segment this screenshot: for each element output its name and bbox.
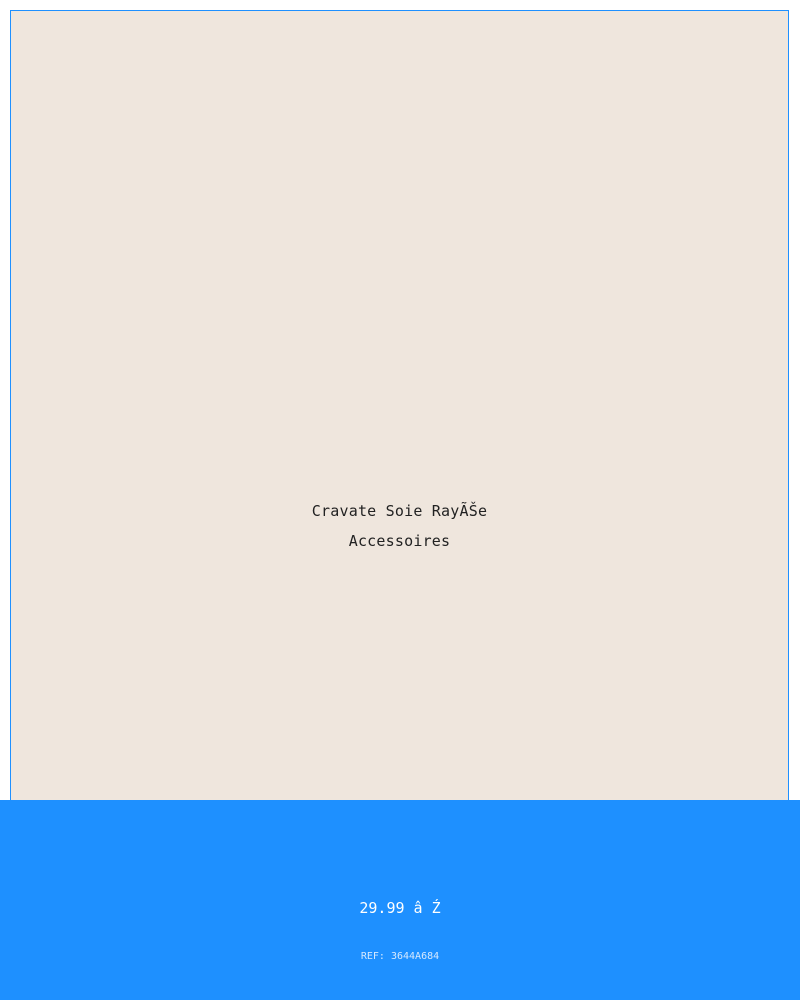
product-card-page: Cravate Soie RayÃŠe Accessoires 29.99 â … <box>0 0 800 1000</box>
product-name: Cravate Soie RayÃŠe <box>311 502 488 520</box>
product-info: Cravate Soie RayÃŠe Accessoires <box>11 499 788 553</box>
product-reference: REF: 3644A684 <box>360 951 440 962</box>
product-price: 29.99 â Ź <box>359 899 441 917</box>
product-category: Accessoires <box>348 532 451 550</box>
price-footer: 29.99 â Ź REF: 3644A684 <box>0 800 800 1000</box>
product-image-frame: Cravate Soie RayÃŠe Accessoires <box>10 10 789 810</box>
